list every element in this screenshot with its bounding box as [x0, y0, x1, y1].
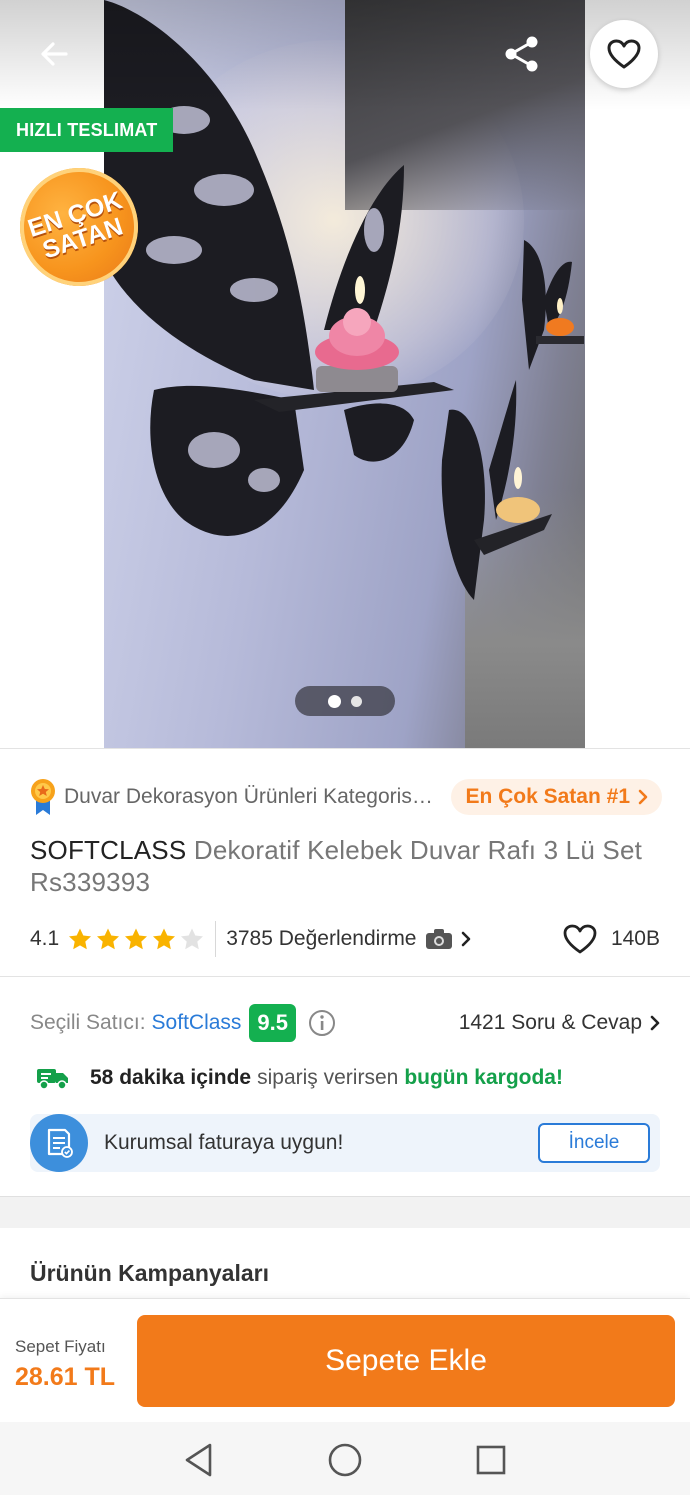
top-shade: [0, 0, 690, 110]
divider: [0, 976, 690, 977]
star-filled-icon: [97, 928, 120, 950]
favorite-button[interactable]: [590, 20, 658, 88]
gallery-pager[interactable]: [295, 686, 395, 716]
chevron-right-icon: [638, 789, 648, 805]
nav-recents-button[interactable]: [471, 1440, 511, 1480]
chevron-right-icon: [461, 931, 470, 947]
share-icon: [505, 36, 538, 72]
reviews-count: 3785 Değerlendirme: [226, 927, 417, 950]
heart-outline-icon: [607, 39, 641, 69]
vertical-divider: [215, 921, 217, 957]
triangle-back-icon: [185, 1443, 212, 1477]
corporate-invoice-text: Kurumsal faturaya uygun!: [104, 1131, 344, 1154]
seller-row: Seçili Satıcı: SoftClass 9.5 1421 Soru &…: [30, 1002, 660, 1044]
seller-name-link[interactable]: SoftClass: [152, 1011, 242, 1035]
add-to-cart-button[interactable]: Sepete Ekle: [137, 1315, 675, 1407]
seller-score-badge: 9.5: [249, 1004, 297, 1042]
pager-dot[interactable]: [351, 695, 362, 707]
invoice-icon: [30, 1114, 88, 1172]
star-empty-icon: [181, 928, 204, 950]
divider: [0, 748, 690, 749]
section-separator: [0, 1196, 690, 1228]
rating-row: 4.1 3785 Değerlendirme 140B: [30, 918, 660, 960]
circle-home-icon: [328, 1443, 362, 1477]
cart-bar: Sepet Fiyatı 28.61 TL Sepete Ekle: [0, 1298, 690, 1422]
heart-outline-icon: [563, 924, 597, 954]
qa-label: 1421 Soru & Cevap: [458, 1011, 642, 1034]
campaigns-title: Ürünün Kampanyaları: [30, 1260, 269, 1286]
system-navigation-bar: [0, 1422, 690, 1495]
arrow-left-icon: [41, 42, 68, 66]
product-image-gallery[interactable]: HIZLI TESLIMAT EN ÇOK SATAN: [0, 0, 690, 748]
star-filled-icon: [153, 928, 176, 950]
best-seller-rank-label: En Çok Satan #1: [465, 785, 630, 808]
shipping-middle-text: sipariş verirsen: [257, 1066, 399, 1089]
share-button[interactable]: [496, 28, 548, 80]
questions-answers-link[interactable]: 1421 Soru & Cevap: [459, 1011, 660, 1035]
shipping-highlight: bugün kargoda!: [404, 1066, 563, 1089]
inspect-button[interactable]: İncele: [538, 1123, 650, 1163]
delivery-truck-icon: [37, 1069, 68, 1090]
medal-icon: [31, 779, 55, 815]
camera-icon: [425, 929, 452, 949]
rating-value: 4.1: [30, 927, 60, 950]
fast-delivery-badge: HIZLI TESLIMAT: [0, 108, 174, 152]
rating-stars[interactable]: [67, 927, 205, 951]
product-brand[interactable]: SOFTCLASS: [30, 835, 186, 865]
chevron-right-icon: [650, 1015, 660, 1031]
star-filled-icon: [69, 928, 92, 950]
favorites-value: 140B: [610, 927, 660, 950]
back-button[interactable]: [28, 28, 80, 80]
nav-home-button[interactable]: [325, 1440, 365, 1480]
favorites-count[interactable]: 140B: [563, 924, 660, 954]
category-row: Duvar Dekorasyon Ürünleri Kategorisinde …: [28, 776, 662, 818]
shipping-info: 58 dakika içinde sipariş verirsen bugün …: [36, 1060, 660, 1096]
shipping-time: 58 dakika içinde: [90, 1066, 252, 1089]
cart-price: 28.61 TL: [15, 1363, 116, 1391]
product-photo[interactable]: [104, 0, 585, 748]
butterfly-shelves-illustration: [104, 0, 584, 600]
pager-dot-active[interactable]: [328, 694, 341, 708]
cart-price-label: Sepet Fiyatı: [15, 1337, 106, 1356]
best-seller-rank-chip[interactable]: En Çok Satan #1: [451, 779, 662, 815]
category-text[interactable]: Duvar Dekorasyon Ürünleri Kategorisinde: [64, 785, 436, 809]
product-title: SOFTCLASS Dekoratif Kelebek Duvar Rafı 3…: [30, 834, 670, 898]
seller-label: Seçili Satıcı:: [30, 1011, 146, 1034]
star-filled-icon: [125, 928, 148, 950]
info-icon[interactable]: [308, 1009, 336, 1037]
nav-back-button[interactable]: [178, 1440, 218, 1480]
square-recents-icon: [476, 1445, 506, 1475]
reviews-link[interactable]: 3785 Değerlendirme: [226, 927, 470, 951]
corporate-invoice-banner: Kurumsal faturaya uygun! İncele: [30, 1114, 660, 1172]
